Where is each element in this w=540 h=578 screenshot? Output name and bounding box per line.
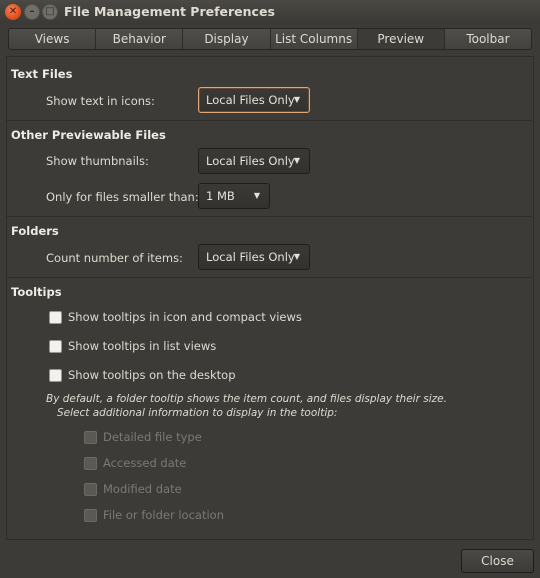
tab-preview[interactable]: Preview <box>356 29 444 49</box>
tab-behavior[interactable]: Behavior <box>95 29 182 49</box>
folders-heading: Folders <box>11 224 59 238</box>
window-title: File Management Preferences <box>64 4 275 19</box>
chevron-down-icon: ▼ <box>293 95 300 104</box>
checkbox-box[interactable] <box>84 430 97 444</box>
tooltip-info-text: By default, a folder tooltip shows the i… <box>46 393 447 405</box>
size-limit-dropdown[interactable]: 1 MB ▼ <box>198 183 270 209</box>
checkbox-box[interactable] <box>49 339 62 353</box>
window-minimize-icon[interactable]: – <box>24 4 40 20</box>
section-divider <box>6 120 532 121</box>
tab-bar: Views Behavior Display List Columns Prev… <box>8 28 532 50</box>
checkbox-label: Show tooltips in icon and compact views <box>68 310 302 324</box>
text-files-heading: Text Files <box>11 67 73 81</box>
show-text-dropdown[interactable]: Local Files Only ▼ <box>198 87 310 113</box>
chevron-down-icon: ▼ <box>293 252 300 261</box>
window-close-icon[interactable]: ✕ <box>5 4 21 20</box>
count-items-value: Local Files Only <box>206 250 295 264</box>
tab-display[interactable]: Display <box>182 29 269 49</box>
title-bar: ✕ – □ File Management Preferences <box>0 0 540 24</box>
checkbox-label: Accessed date <box>103 456 187 470</box>
thumbnails-label: Show thumbnails: <box>46 154 149 168</box>
section-divider <box>6 216 532 217</box>
file-location-checkbox[interactable]: File or folder location <box>84 508 224 522</box>
tooltip-desktop-checkbox[interactable]: Show tooltips on the desktop <box>49 368 236 382</box>
checkbox-label: Show tooltips in list views <box>68 339 217 353</box>
checkbox-box[interactable] <box>84 508 97 522</box>
other-previewable-heading: Other Previewable Files <box>11 128 166 142</box>
tab-list-columns[interactable]: List Columns <box>269 29 357 49</box>
count-items-dropdown[interactable]: Local Files Only ▼ <box>198 244 310 270</box>
checkbox-label: Show tooltips on the desktop <box>68 368 236 382</box>
checkbox-label: Modified date <box>103 482 182 496</box>
show-text-label: Show text in icons: <box>46 94 155 108</box>
thumbnails-value: Local Files Only <box>206 154 295 168</box>
chevron-down-icon: ▼ <box>293 156 300 165</box>
show-text-value: Local Files Only <box>206 93 295 107</box>
section-divider <box>6 277 532 278</box>
size-limit-value: 1 MB <box>206 189 235 203</box>
detailed-file-type-checkbox[interactable]: Detailed file type <box>84 430 202 444</box>
checkbox-label: Detailed file type <box>103 430 202 444</box>
accessed-date-checkbox[interactable]: Accessed date <box>84 456 186 470</box>
tooltips-heading: Tooltips <box>11 285 62 299</box>
tooltip-list-views-checkbox[interactable]: Show tooltips in list views <box>49 339 216 353</box>
window-maximize-icon[interactable]: □ <box>42 4 58 20</box>
count-items-label: Count number of items: <box>46 251 183 265</box>
chevron-down-icon: ▼ <box>253 191 260 200</box>
tooltip-info-text-2: Select additional information to display… <box>57 407 338 419</box>
thumbnails-dropdown[interactable]: Local Files Only ▼ <box>198 148 310 174</box>
tooltip-icon-views-checkbox[interactable]: Show tooltips in icon and compact views <box>49 310 302 324</box>
checkbox-box[interactable] <box>84 482 97 496</box>
checkbox-label: File or folder location <box>103 508 224 522</box>
tab-views[interactable]: Views <box>9 29 95 49</box>
close-button[interactable]: Close <box>461 549 534 573</box>
checkbox-box[interactable] <box>49 310 62 324</box>
checkbox-box[interactable] <box>49 368 62 382</box>
modified-date-checkbox[interactable]: Modified date <box>84 482 182 496</box>
tab-toolbar[interactable]: Toolbar <box>443 29 531 49</box>
size-limit-label: Only for files smaller than: <box>46 190 199 204</box>
checkbox-box[interactable] <box>84 456 97 470</box>
